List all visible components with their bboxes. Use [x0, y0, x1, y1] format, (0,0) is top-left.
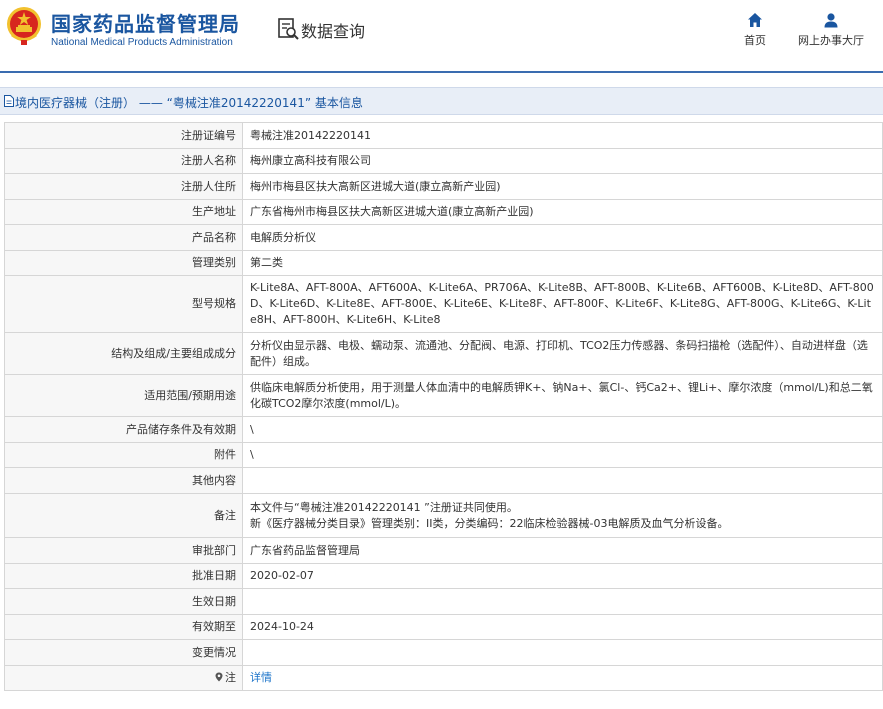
field-value: 广东省药品监督管理局 [242, 537, 883, 564]
field-value: \ [242, 442, 883, 468]
field-value: K-Lite8A、AFT-800A、AFT600A、K-Lite6A、PR706… [242, 275, 883, 333]
field-label: 审批部门 [4, 537, 243, 564]
field-value [242, 588, 883, 615]
field-label: 产品储存条件及有效期 [4, 416, 243, 443]
field-value: 2020-02-07 [242, 563, 883, 589]
org-name-cn: 国家药品监督管理局 [51, 12, 240, 36]
field-value: 第二类 [242, 250, 883, 276]
field-label: 注 [4, 665, 243, 691]
table-row: 注册人住所 梅州市梅县区扶大高新区进城大道(康立高新产业园) [4, 173, 883, 200]
field-value: \ [242, 416, 883, 443]
field-label: 注册证编号 [4, 122, 243, 149]
table-row: 适用范围/预期用途 供临床电解质分析使用，用于测量人体血清中的电解质钾K+、钠N… [4, 374, 883, 417]
note-label: 注 [225, 671, 236, 684]
table-row: 注册人名称 梅州康立高科技有限公司 [4, 148, 883, 174]
home-icon [748, 13, 762, 27]
field-value: 广东省梅州市梅县区扶大高新区进城大道(康立高新产业园) [242, 199, 883, 225]
field-value: 供临床电解质分析使用，用于测量人体血清中的电解质钾K+、钠Na+、氯Cl-、钙C… [242, 374, 883, 417]
table-row: 备注 本文件与“粤械注准20142220141 ”注册证共同使用。 新《医疗器械… [4, 493, 883, 538]
field-label: 其他内容 [4, 467, 243, 494]
table-row: 审批部门 广东省药品监督管理局 [4, 537, 883, 564]
field-value: 2024-10-24 [242, 614, 883, 640]
nav-online-hall-label: 网上办事大厅 [798, 34, 864, 47]
table-row: 注册证编号 粤械注准20142220141 [4, 122, 883, 149]
page-title: 境内医疗器械（注册） —— “粤械注准20142220141” 基本信息 [15, 96, 363, 110]
nav-home-button[interactable]: 首页 [737, 12, 773, 48]
field-label: 注册人住所 [4, 173, 243, 200]
field-value: 本文件与“粤械注准20142220141 ”注册证共同使用。 新《医疗器械分类目… [242, 493, 883, 538]
field-label: 生产地址 [4, 199, 243, 225]
field-value: 分析仪由显示器、电极、蠕动泵、流通池、分配阀、电源、打印机、TCO2压力传感器、… [242, 332, 883, 375]
table-row: 变更情况 [4, 639, 883, 666]
table-row: 型号规格 K-Lite8A、AFT-800A、AFT600A、K-Lite6A、… [4, 275, 883, 333]
field-value [242, 467, 883, 494]
field-value: 梅州市梅县区扶大高新区进城大道(康立高新产业园) [242, 173, 883, 200]
user-icon [824, 13, 838, 28]
field-label: 批准日期 [4, 563, 243, 589]
table-row: 批准日期 2020-02-07 [4, 563, 883, 589]
field-value: 电解质分析仪 [242, 224, 883, 251]
remark-line: 本文件与“粤械注准20142220141 ”注册证共同使用。 [250, 500, 518, 514]
national-emblem-icon [7, 7, 41, 45]
header-divider [0, 71, 883, 73]
field-label: 产品名称 [4, 224, 243, 251]
data-query-label[interactable]: 数据查询 [301, 18, 365, 42]
nav-home-label: 首页 [744, 34, 766, 47]
field-value [242, 639, 883, 666]
field-label: 备注 [4, 493, 243, 538]
org-name-en: National Medical Products Administration [51, 37, 233, 48]
table-row: 管理类别 第二类 [4, 250, 883, 276]
nav-online-hall-button[interactable]: 网上办事大厅 [796, 12, 866, 48]
field-value: 粤械注准20142220141 [242, 122, 883, 149]
field-label: 有效期至 [4, 614, 243, 640]
location-pin-icon [215, 672, 223, 682]
field-label: 结构及组成/主要组成成分 [4, 332, 243, 375]
table-row: 注 详情 [4, 665, 883, 691]
table-row: 产品名称 电解质分析仪 [4, 224, 883, 251]
field-value: 详情 [242, 665, 883, 691]
document-icon [4, 95, 14, 107]
field-label: 管理类别 [4, 250, 243, 276]
table-row: 结构及组成/主要组成成分 分析仪由显示器、电极、蠕动泵、流通池、分配阀、电源、打… [4, 332, 883, 375]
breadcrumb-title-bar: 境内医疗器械（注册） —— “粤械注准20142220141” 基本信息 [0, 87, 883, 115]
field-label: 附件 [4, 442, 243, 468]
table-row: 其他内容 [4, 467, 883, 494]
site-header: 国家药品监督管理局 National Medical Products Admi… [0, 0, 883, 71]
field-label: 型号规格 [4, 275, 243, 333]
table-row: 附件 \ [4, 442, 883, 468]
details-link[interactable]: 详情 [250, 671, 272, 684]
table-row: 生产地址 广东省梅州市梅县区扶大高新区进城大道(康立高新产业园) [4, 199, 883, 225]
field-label: 生效日期 [4, 588, 243, 615]
remark-line: 新《医疗器械分类目录》管理类别：II类，分类编码：22临床检验器械-03电解质及… [250, 516, 729, 530]
field-label: 注册人名称 [4, 148, 243, 174]
field-label: 适用范围/预期用途 [4, 374, 243, 417]
registration-detail-table: 注册证编号 粤械注准20142220141 注册人名称 梅州康立高科技有限公司 … [4, 122, 883, 691]
field-value: 梅州康立高科技有限公司 [242, 148, 883, 174]
field-label: 变更情况 [4, 639, 243, 666]
table-row: 有效期至 2024-10-24 [4, 614, 883, 640]
document-search-icon[interactable] [277, 18, 299, 40]
table-row: 产品储存条件及有效期 \ [4, 416, 883, 443]
table-row: 生效日期 [4, 588, 883, 615]
